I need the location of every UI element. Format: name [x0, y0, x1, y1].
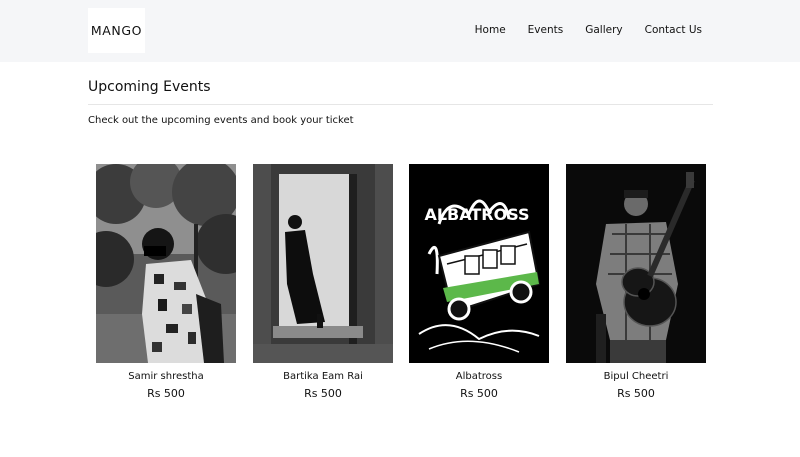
event-image[interactable]: ALBATROSS — [409, 164, 549, 363]
event-image[interactable] — [253, 164, 393, 363]
event-name: Bipul Cheetri — [603, 371, 669, 382]
poster-title: ALBATROSS — [424, 205, 529, 224]
event-price: Rs 500 — [617, 387, 655, 400]
page-subtitle: Check out the upcoming events and book y… — [88, 115, 354, 126]
event-image[interactable] — [566, 164, 706, 363]
logo[interactable]: MANGO — [88, 8, 145, 53]
nav-link-contact-us[interactable]: Contact Us — [645, 24, 702, 36]
event-card[interactable]: Bartika Eam Rai Rs 500 — [253, 164, 393, 401]
nav-link-events[interactable]: Events — [528, 24, 564, 36]
event-price: Rs 500 — [460, 387, 498, 400]
main-nav: Home Events Gallery Contact Us — [475, 24, 702, 36]
site-header: MANGO Home Events Gallery Contact Us — [0, 0, 800, 62]
event-price: Rs 500 — [147, 387, 185, 400]
event-image[interactable] — [96, 164, 236, 363]
event-card[interactable]: Bipul Cheetri Rs 500 — [566, 164, 706, 401]
title-divider — [88, 104, 713, 105]
logo-text: MANGO — [90, 23, 143, 38]
event-card[interactable]: ALBATROSS Albatross Rs 500 — [409, 164, 549, 401]
event-price: Rs 500 — [304, 387, 342, 400]
event-name: Albatross — [455, 371, 503, 382]
nav-link-home[interactable]: Home — [475, 24, 506, 36]
event-name: Samir shrestha — [128, 371, 204, 382]
nav-link-gallery[interactable]: Gallery — [585, 24, 622, 36]
event-card[interactable]: Samir shrestha Rs 500 — [96, 164, 236, 401]
event-name: Bartika Eam Rai — [283, 371, 363, 382]
event-card-list: Samir shrestha Rs 500 Bartika Eam Rai Rs… — [96, 164, 706, 404]
page-title: Upcoming Events — [88, 79, 211, 95]
